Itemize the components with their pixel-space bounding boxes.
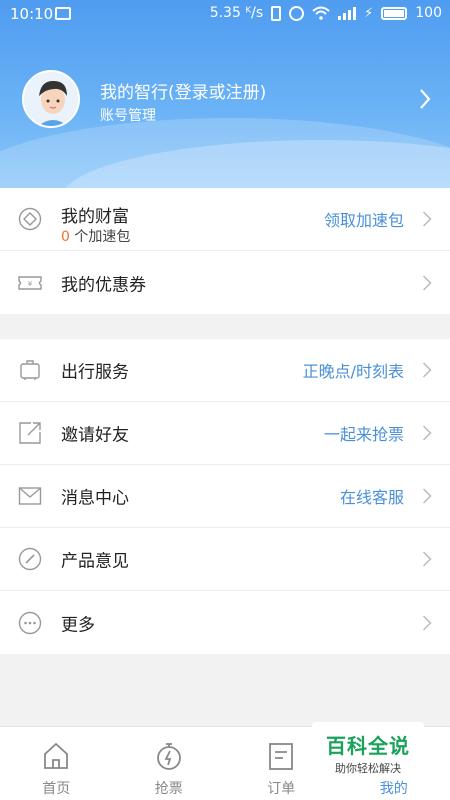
tab-label: 首页	[42, 781, 71, 797]
online-support-link[interactable]: 在线客服	[340, 484, 404, 508]
tab-label: 订单	[267, 781, 296, 797]
grab-tickets-together-link[interactable]: 一起来抢票	[324, 421, 404, 445]
account-management-label: 账号管理	[100, 108, 156, 124]
chevron-right-icon	[422, 274, 432, 291]
menu-item-more[interactable]: 更多	[0, 591, 450, 654]
menu-item-message-center[interactable]: 消息中心 在线客服	[0, 465, 450, 528]
booster-count-text: 个加速包	[69, 229, 131, 245]
stopwatch-icon	[156, 743, 181, 770]
menu-item-travel-service[interactable]: 出行服务 正晚点/时刻表	[0, 339, 450, 402]
services-group: 出行服务 正晚点/时刻表 邀请好友 一起来抢票 消息中心 在线客服 产品意见 更…	[0, 339, 450, 654]
watermark-subtitle: 助你轻松解决	[335, 762, 401, 775]
share-icon	[19, 422, 41, 444]
login-register-link[interactable]: 我的智行(登录或注册)	[100, 78, 266, 103]
chevron-right-icon	[422, 362, 432, 378]
watermark-title: 百科全说	[326, 734, 410, 758]
chevron-right-icon	[422, 488, 432, 504]
svg-text:¥: ¥	[28, 280, 33, 288]
profile-header: 10:10 5.35 ᴷ/s ⚡ 100 我的智行(登录或注册) 账号管理	[0, 0, 450, 188]
tab-grab-tickets[interactable]: 抢票	[113, 727, 226, 800]
tab-label: 我的	[379, 781, 408, 797]
status-time: 10:10	[10, 5, 54, 23]
avatar[interactable]	[22, 70, 80, 128]
suitcase-icon	[20, 360, 40, 380]
wifi-icon	[312, 6, 330, 20]
status-bar: 10:10 5.35 ᴷ/s ⚡ 100	[0, 0, 450, 28]
menu-item-label: 更多	[61, 615, 95, 635]
pencil-icon	[18, 547, 42, 571]
menu-item-wealth[interactable]: 我的财富 0 个加速包 领取加速包	[0, 188, 450, 251]
booster-count-number: 0	[61, 229, 70, 245]
menu-item-coupons[interactable]: ¥ 我的优惠券	[0, 251, 450, 314]
ticket-icon: ¥	[18, 275, 42, 290]
timetable-link[interactable]: 正晚点/时刻表	[303, 358, 404, 382]
chevron-right-icon	[422, 551, 432, 567]
menu-item-label: 邀请好友	[61, 425, 129, 446]
menu-item-label: 消息中心	[61, 488, 129, 509]
watermark-logo: 百科全说 助你轻松解决	[312, 722, 424, 780]
signal-icon	[338, 6, 357, 20]
order-icon	[269, 743, 294, 770]
home-icon	[44, 742, 69, 769]
wealth-group: 我的财富 0 个加速包 领取加速包 ¥ 我的优惠券	[0, 188, 450, 314]
charging-icon: ⚡	[364, 5, 374, 21]
notification-icon	[55, 7, 71, 20]
mail-icon	[18, 487, 42, 505]
menu-item-label: 我的优惠券	[61, 275, 146, 295]
menu-item-invite-friends[interactable]: 邀请好友 一起来抢票	[0, 402, 450, 465]
status-indicators: 5.35 ᴷ/s ⚡ 100	[210, 5, 442, 21]
menu-item-label: 出行服务	[61, 362, 129, 383]
chevron-right-icon	[422, 211, 432, 227]
diamond-icon	[18, 207, 42, 231]
tab-label: 抢票	[154, 781, 183, 797]
chevron-right-icon[interactable]	[418, 88, 432, 110]
booster-count: 0 个加速包	[61, 226, 130, 246]
battery-icon	[381, 6, 408, 20]
vibrate-icon	[271, 5, 282, 21]
user-avatar-icon	[24, 72, 78, 126]
battery-level: 100	[415, 5, 442, 21]
tab-home[interactable]: 首页	[0, 727, 113, 800]
chevron-right-icon	[422, 425, 432, 441]
menu-item-label: 产品意见	[61, 551, 129, 572]
alarm-icon	[289, 5, 305, 21]
claim-booster-link[interactable]: 领取加速包	[324, 207, 404, 231]
network-speed: 5.35 ᴷ/s	[209, 5, 264, 21]
menu-item-label: 我的财富	[61, 207, 129, 227]
chevron-right-icon	[422, 614, 432, 631]
menu-item-feedback[interactable]: 产品意见	[0, 528, 450, 591]
more-icon	[18, 611, 42, 634]
